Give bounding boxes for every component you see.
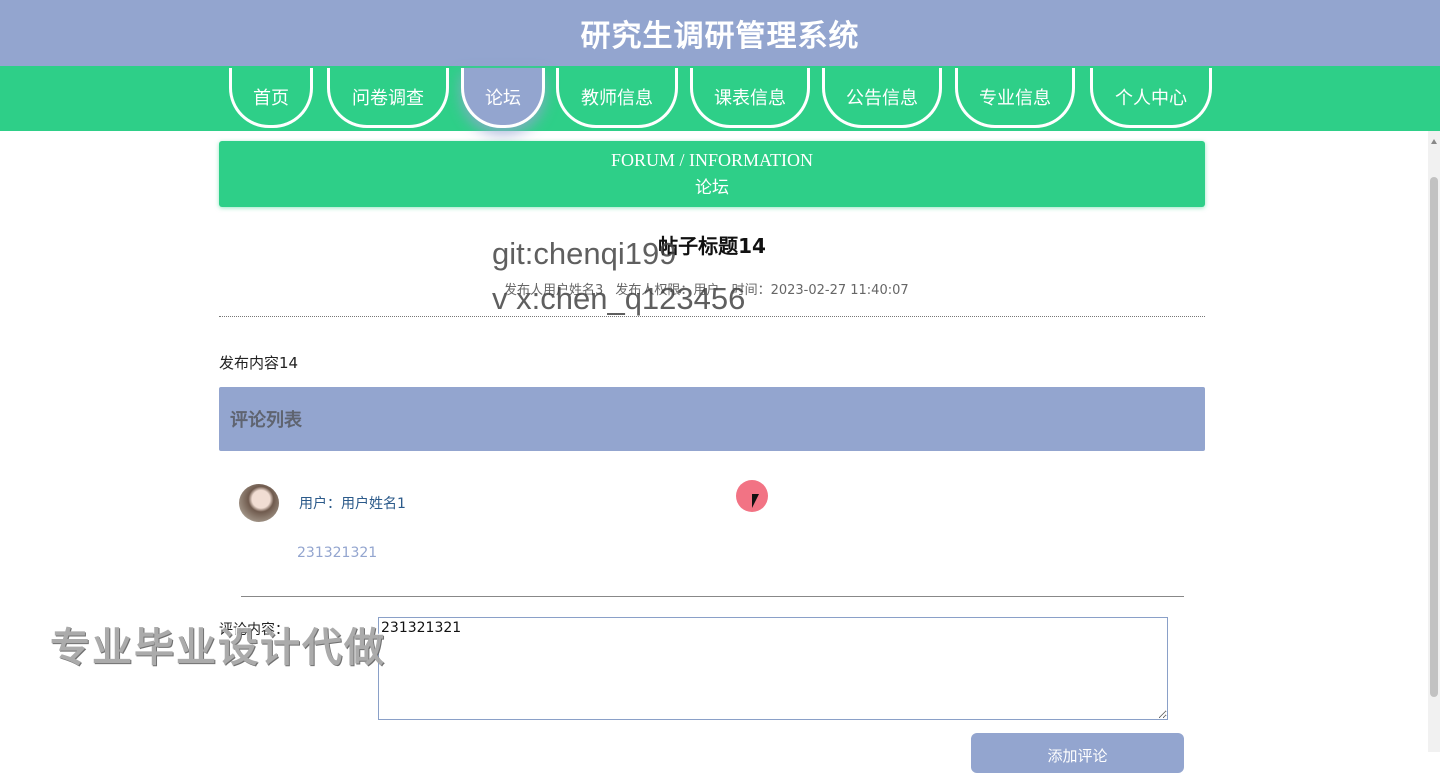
watermark-vx: v x:chen_q123456 <box>492 281 746 316</box>
section-banner-en: FORUM / INFORMATION <box>610 150 814 170</box>
nav-item-majors[interactable]: 专业信息 <box>955 68 1075 128</box>
nav-item-home[interactable]: 首页 <box>229 68 313 128</box>
page-scrollbar[interactable] <box>1428 131 1440 752</box>
comment-textarea[interactable]: 231321321 <box>378 617 1168 720</box>
main-nav: 首页 问卷调查 论坛 教师信息 课表信息 公告信息 专业信息 个人中心 <box>0 66 1440 131</box>
scroll-up-icon[interactable] <box>1431 139 1437 144</box>
mouse-cursor-icon <box>752 494 759 508</box>
section-banner: FORUM / INFORMATION 论坛 <box>219 141 1205 207</box>
comments-separator <box>241 596 1184 597</box>
comments-header-label: 评论列表 <box>230 410 302 431</box>
post-divider <box>219 316 1205 317</box>
header-bar: 研究生调研管理系统 <box>0 0 1440 66</box>
add-comment-button[interactable]: 添加评论 <box>971 733 1184 773</box>
nav-item-forum[interactable]: 论坛 <box>461 68 545 128</box>
nav-item-timetable[interactable]: 课表信息 <box>690 68 810 128</box>
post-time: 时间：2023-02-27 11:40:07 <box>731 283 909 298</box>
section-banner-cn: 论坛 <box>695 178 729 198</box>
nav-item-teachers[interactable]: 教师信息 <box>556 68 678 128</box>
post-content: 发布内容14 <box>219 354 299 372</box>
comment-user: 用户：用户姓名1 <box>299 496 406 512</box>
post-title: 帖子标题14 <box>658 234 766 258</box>
scrollbar-thumb[interactable] <box>1430 177 1438 697</box>
watermark-git: git:chenqi199 <box>492 236 677 271</box>
watermark-bottom: 专业毕业设计代做 <box>50 625 386 671</box>
avatar <box>239 484 279 522</box>
nav-item-notices[interactable]: 公告信息 <box>822 68 942 128</box>
comments-header: 评论列表 <box>219 387 1205 451</box>
app-title: 研究生调研管理系统 <box>580 19 860 54</box>
nav-item-profile[interactable]: 个人中心 <box>1090 68 1212 128</box>
nav-item-survey[interactable]: 问卷调查 <box>327 68 449 128</box>
comment-text: 231321321 <box>297 545 378 561</box>
